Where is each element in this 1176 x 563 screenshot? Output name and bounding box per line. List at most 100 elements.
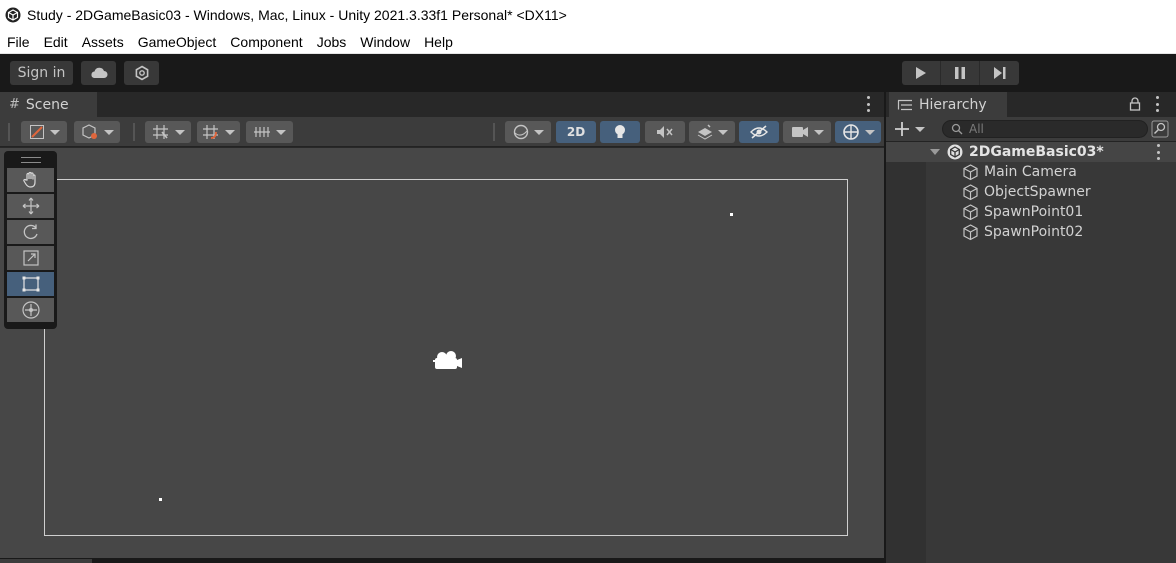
step-icon [993,67,1005,79]
scene-tab-label: Scene [25,96,69,113]
eye-hidden-icon [750,125,768,139]
ruler-icon [254,127,270,137]
unity-scene-icon [947,144,963,160]
increment-snap-icon [203,125,218,139]
tab-scene[interactable]: # Scene [0,92,97,117]
tab-hierarchy[interactable]: Hierarchy [889,92,1007,117]
draw-mode-dropdown[interactable] [21,121,67,143]
menu-edit[interactable]: Edit [37,34,75,50]
sign-in-button[interactable]: Sign in [10,61,73,85]
rotate-icon [23,224,38,240]
pause-button[interactable] [941,61,980,85]
hierarchy-item-label: Main Camera [984,164,1077,180]
fold-arrow-icon[interactable] [930,149,940,155]
menu-help[interactable]: Help [417,34,460,50]
hierarchy-toolbar: All [886,117,1176,142]
scene-camera-dropdown[interactable] [783,121,831,143]
sphere-icon [513,124,528,140]
grid-snap-icon [152,125,168,139]
gameobject-cube-icon [963,223,978,240]
orientation-dropdown[interactable] [505,121,551,143]
hidden-objects-toggle[interactable] [739,121,779,143]
list-icon [897,99,912,110]
scale-tool-button[interactable] [7,246,54,270]
scene-row-more-icon[interactable] [1156,144,1160,160]
playback-controls [902,61,1019,85]
ruler-snap-dropdown[interactable] [246,121,293,143]
hand-tool-button[interactable] [7,168,54,192]
scene-panel: # Scene 2D [0,92,884,563]
scale-icon [22,250,39,266]
hierarchy-scene-row[interactable]: 2DGameBasic03* [886,142,1176,162]
hierarchy-item-label: SpawnPoint02 [984,224,1084,240]
video-camera-icon [791,127,808,137]
lighting-toggle-button[interactable] [600,121,640,143]
collab-button[interactable] [124,61,159,85]
audio-toggle-button[interactable] [645,121,685,143]
scene-bottom-edge [0,558,884,563]
scene-name-label: 2DGameBasic03* [969,144,1104,160]
gizmos-dropdown[interactable] [835,121,881,143]
pause-icon [955,67,965,79]
add-dropdown-icon[interactable] [894,121,928,137]
hierarchy-tab-bar: Hierarchy [886,92,1176,117]
move-tool-button[interactable] [7,194,54,218]
hand-icon [22,171,36,188]
effects-layers-icon [697,124,712,140]
hierarchy-item[interactable]: SpawnPoint02 [886,222,1176,242]
search-placeholder: All [969,122,984,136]
hierarchy-search-input[interactable]: All [942,120,1148,138]
menu-assets[interactable]: Assets [75,34,131,50]
hierarchy-list: 2DGameBasic03* Main Camera ObjectSpawner… [886,142,1176,563]
search-filter-icon[interactable] [1151,120,1169,138]
menu-window[interactable]: Window [353,34,417,50]
rect-tool-button[interactable] [7,272,54,296]
menu-bar: File Edit Assets GameObject Component Jo… [0,30,1176,54]
menu-file[interactable]: File [0,34,37,50]
transform-combined-icon [21,301,40,319]
hierarchy-item-label: ObjectSpawner [984,184,1091,200]
collab-icon [135,65,148,81]
move-arrows-icon [22,197,39,215]
step-button[interactable] [980,61,1019,85]
scene-tab-bar: # Scene [0,92,884,117]
scene-more-icon[interactable] [866,96,870,112]
gameobject-cube-icon [963,163,978,180]
hierarchy-item[interactable]: ObjectSpawner [886,182,1176,202]
menu-gameobject[interactable]: GameObject [131,34,224,50]
toggle-2d-label: 2D [566,125,586,139]
spawn-point-marker [730,213,733,216]
cube-tint-icon [81,124,97,139]
palette-drag-handle[interactable] [20,157,41,163]
draw-mode-icon [29,125,44,139]
scene-toolbar: 2D [0,117,884,147]
hierarchy-item[interactable]: SpawnPoint01 [886,202,1176,222]
menu-jobs[interactable]: Jobs [310,34,354,50]
grid-snap-dropdown[interactable] [145,121,191,143]
camera-gizmo-icon[interactable] [432,350,464,372]
gizmos-sphere-icon [842,124,859,140]
gizmo-shading-dropdown[interactable] [74,121,120,143]
lock-icon[interactable] [1129,97,1141,111]
cloud-button[interactable] [81,61,116,85]
menu-component[interactable]: Component [223,34,309,50]
scene-viewport[interactable] [0,148,884,558]
hierarchy-item[interactable]: Main Camera [886,162,1176,182]
cloud-icon [90,67,107,78]
lightbulb-icon [615,125,625,138]
rotate-tool-button[interactable] [7,220,54,244]
effects-dropdown[interactable] [689,121,735,143]
title-bar: Study - 2DGameBasic03 - Windows, Mac, Li… [0,0,1176,30]
hierarchy-panel: Hierarchy All 2DGameBasic03* Main Camera [886,92,1176,563]
toggle-2d-button[interactable]: 2D [556,121,596,143]
gameobject-cube-icon [963,203,978,220]
increment-snap-dropdown[interactable] [197,121,240,143]
grid-hash-icon: # [9,97,20,112]
play-button[interactable] [902,61,941,85]
hierarchy-more-icon[interactable] [1155,96,1159,112]
window-title: Study - 2DGameBasic03 - Windows, Mac, Li… [27,7,567,23]
transform-tool-button[interactable] [7,298,54,322]
search-icon [951,123,963,135]
hierarchy-tab-label: Hierarchy [919,96,987,113]
gameobject-cube-icon [963,183,978,200]
